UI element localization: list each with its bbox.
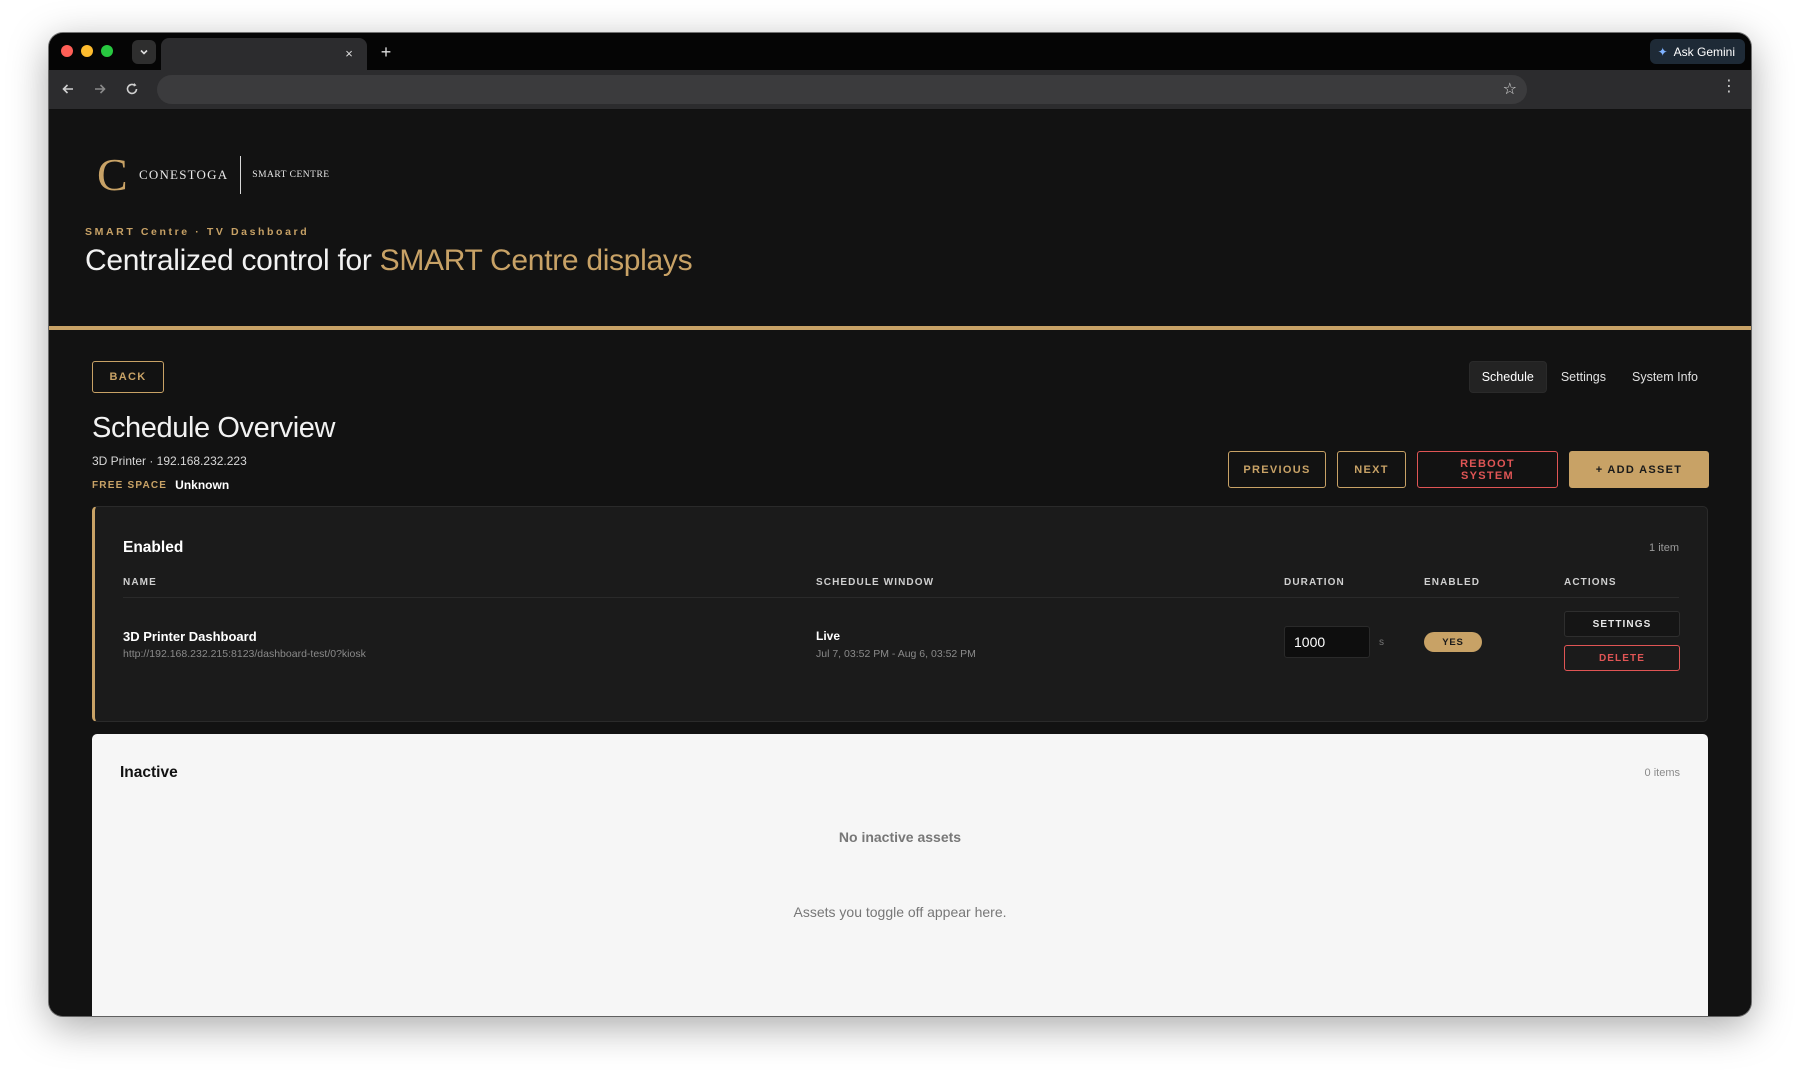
ask-gemini-label: Ask Gemini [1673, 44, 1735, 59]
device-info: 3D Printer · 192.168.232.223 [92, 454, 247, 468]
bookmark-star-icon[interactable]: ☆ [1503, 79, 1517, 99]
tab-settings[interactable]: Settings [1549, 361, 1618, 393]
section-tabs: Schedule Settings System Info [1468, 361, 1710, 393]
back-arrow-icon[interactable] [57, 78, 79, 100]
conestoga-logo: C CONESTOGA SMART CENTRE [97, 149, 330, 200]
page-hero-title: Centralized control for SMART Centre dis… [85, 244, 693, 278]
free-space: FREE SPACE Unknown [92, 478, 229, 492]
enabled-assets-panel: Enabled 1 item NAME SCHEDULE WINDOW DURA… [92, 506, 1708, 722]
add-asset-button[interactable]: + ADD ASSET [1569, 451, 1709, 488]
logo-subtitle: SMART CENTRE [252, 170, 330, 180]
schedule-status: Live [816, 629, 841, 643]
empty-state-subtitle: Assets you toggle off appear here. [793, 904, 1007, 920]
enabled-item-count: 1 item [1649, 542, 1679, 554]
column-header-schedule-window: SCHEDULE WINDOW [816, 577, 935, 588]
gemini-sparkle-icon: ✦ [1657, 44, 1668, 59]
browser-tabbar: × + ✦ Ask Gemini [49, 33, 1751, 70]
logo-divider [240, 156, 242, 194]
enabled-toggle[interactable]: YES [1424, 632, 1482, 652]
asset-url: http://192.168.232.215:8123/dashboard-te… [123, 648, 366, 660]
enabled-panel-title: Enabled [123, 539, 184, 556]
asset-name: 3D Printer Dashboard [123, 629, 257, 644]
logo-name: CONESTOGA [139, 167, 229, 182]
column-header-enabled: ENABLED [1424, 577, 1481, 588]
hero-title-prefix: Centralized control for [85, 244, 380, 277]
asset-settings-button[interactable]: SETTINGS [1564, 611, 1680, 637]
column-header-actions: ACTIONS [1564, 577, 1617, 588]
column-header-name: NAME [123, 577, 157, 588]
tab-close-icon[interactable]: × [341, 45, 357, 61]
ask-gemini-button[interactable]: ✦ Ask Gemini [1649, 39, 1745, 64]
asset-delete-button[interactable]: DELETE [1564, 645, 1680, 671]
inactive-item-count: 0 items [1644, 767, 1680, 779]
browser-tab[interactable]: × [161, 38, 367, 70]
new-tab-button[interactable]: + [375, 41, 397, 63]
browser-menu-icon[interactable]: ⋮ [1721, 79, 1737, 95]
previous-button[interactable]: PREVIOUS [1228, 451, 1326, 488]
browser-window: × + ✦ Ask Gemini ☆ ⋮ C CONESTOGA SMART C… [49, 33, 1751, 1016]
maximize-window-button[interactable] [101, 45, 113, 57]
free-space-label: FREE SPACE [92, 479, 168, 491]
schedule-window: Jul 7, 03:52 PM - Aug 6, 03:52 PM [816, 648, 976, 660]
column-header-duration: DURATION [1284, 577, 1345, 588]
address-bar[interactable]: ☆ [157, 75, 1527, 104]
table-header-divider [123, 597, 1679, 598]
duration-unit: s [1379, 637, 1384, 648]
schedule-actions: PREVIOUS NEXT REBOOT SYSTEM + ADD ASSET [1228, 451, 1709, 488]
forward-arrow-icon[interactable] [89, 78, 111, 100]
free-space-value: Unknown [175, 478, 230, 492]
browser-toolbar: ☆ ⋮ [49, 70, 1751, 110]
tab-schedule[interactable]: Schedule [1468, 361, 1547, 393]
inactive-assets-panel: Inactive 0 items No inactive assets Asse… [92, 734, 1708, 1016]
header-eyebrow: SMART Centre · TV Dashboard [85, 226, 310, 238]
inactive-panel-title: Inactive [120, 764, 178, 781]
reload-icon[interactable] [121, 78, 143, 100]
site-header: C CONESTOGA SMART CENTRE SMART Centre · … [49, 111, 1751, 330]
hero-title-accent: SMART Centre displays [379, 244, 693, 277]
tab-system-info[interactable]: System Info [1620, 361, 1710, 393]
minimize-window-button[interactable] [81, 45, 93, 57]
next-button[interactable]: NEXT [1337, 451, 1406, 488]
logo-mark: C [97, 149, 128, 200]
page-title: Schedule Overview [92, 412, 336, 444]
back-button[interactable]: BACK [92, 361, 164, 393]
reboot-system-button[interactable]: REBOOT SYSTEM [1417, 451, 1558, 488]
page: C CONESTOGA SMART CENTRE SMART Centre · … [49, 111, 1751, 1016]
duration-input[interactable] [1284, 626, 1370, 658]
empty-state-title: No inactive assets [838, 829, 962, 845]
close-window-button[interactable] [61, 45, 73, 57]
tab-search-dropdown-icon[interactable] [132, 40, 156, 64]
